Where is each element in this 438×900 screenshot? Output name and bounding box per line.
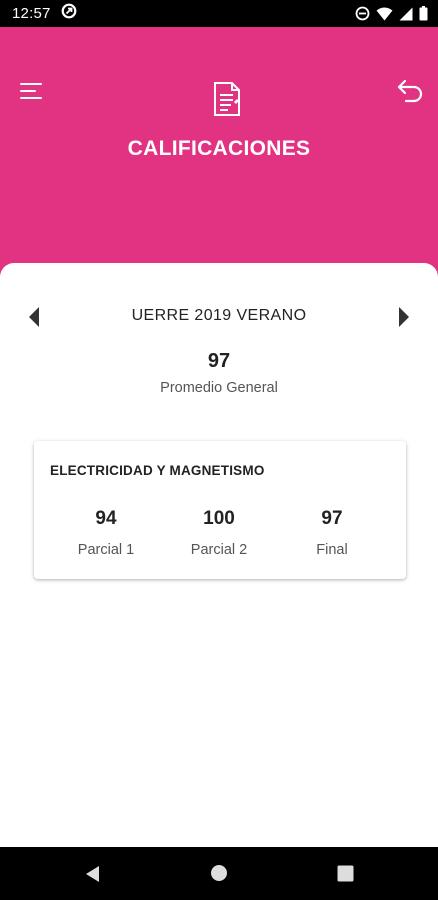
grades-panel: UERRE 2019 VERANO 97 Promedio General EL… — [0, 263, 438, 847]
nav-back-icon — [86, 866, 99, 882]
grade-parcial-2: 100 Parcial 2 — [164, 508, 274, 558]
status-time: 12:57 — [12, 5, 51, 22]
period-selector: UERRE 2019 VERANO — [0, 303, 438, 331]
do-not-disturb-icon — [355, 6, 370, 21]
grade-parcial-1: 94 Parcial 1 — [51, 508, 161, 558]
page-title: CALIFICACIONES — [127, 137, 311, 160]
cell-signal-icon — [399, 7, 413, 21]
data-saver-icon — [61, 3, 77, 24]
grade-label: Parcial 1 — [77, 542, 135, 558]
battery-icon — [419, 6, 428, 21]
period-label: UERRE 2019 VERANO — [131, 307, 307, 324]
subject-name: ELECTRICIDAD Y MAGNETISMO — [50, 463, 265, 478]
menu-button[interactable] — [18, 79, 46, 103]
grade-value: 97 — [321, 508, 343, 529]
general-average-label: Promedio General — [160, 380, 278, 396]
app-screen: CALIFICACIONES UERRE 2019 VERANO 97 Prom… — [0, 27, 438, 847]
subject-card[interactable]: ELECTRICIDAD Y MAGNETISMO 94 Parcial 1 1… — [34, 441, 406, 579]
status-right — [355, 6, 428, 21]
next-period-button[interactable] — [394, 305, 412, 329]
chevron-right-icon — [399, 307, 409, 327]
menu-icon — [20, 83, 42, 99]
wifi-icon — [376, 7, 393, 21]
grade-final: 97 Final — [277, 508, 387, 558]
nav-back-button[interactable] — [83, 864, 103, 884]
grade-value: 94 — [95, 508, 117, 529]
nav-home-button[interactable] — [210, 864, 228, 882]
status-bar: 12:57 — [0, 0, 438, 27]
document-icon — [212, 81, 242, 117]
undo-back-icon — [397, 79, 423, 103]
back-button[interactable] — [396, 77, 424, 103]
status-left: 12:57 — [12, 3, 77, 24]
header: CALIFICACIONES — [0, 27, 438, 287]
nav-home-icon — [211, 865, 227, 881]
system-nav-bar — [0, 847, 438, 900]
nav-recents-icon — [337, 865, 354, 882]
grade-label: Final — [316, 542, 348, 558]
grade-value: 100 — [203, 508, 235, 529]
grade-label: Parcial 2 — [190, 542, 248, 558]
general-average-value: 97 — [207, 350, 231, 372]
nav-recents-button[interactable] — [337, 865, 354, 882]
